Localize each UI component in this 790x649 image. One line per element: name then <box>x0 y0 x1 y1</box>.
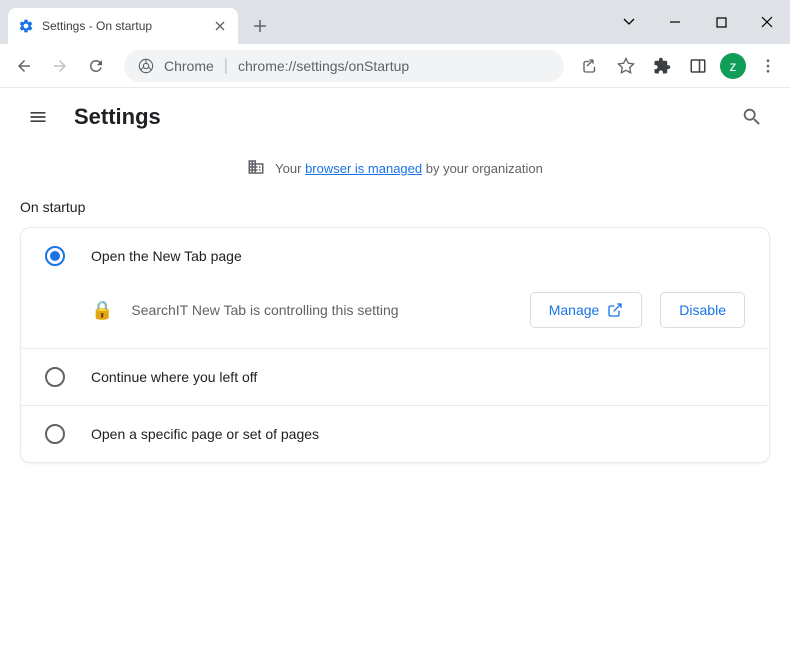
controlled-by-extension-row: 🔒 SearchIT New Tab is controlling this s… <box>21 284 769 348</box>
radio-selected-icon[interactable] <box>45 246 65 266</box>
browser-toolbar: Chrome | chrome://settings/onStartup z <box>0 44 790 88</box>
address-bar[interactable]: Chrome | chrome://settings/onStartup <box>124 50 564 82</box>
open-external-icon <box>607 302 623 318</box>
back-button[interactable] <box>8 50 40 82</box>
settings-header: Settings <box>0 88 790 146</box>
browser-tab[interactable]: Settings - On startup <box>8 8 238 44</box>
radio-unselected-icon[interactable] <box>45 367 65 387</box>
settings-gear-icon <box>18 18 34 34</box>
omnibox-url-host: chrome:// <box>238 58 296 74</box>
option-label: Continue where you left off <box>91 369 257 385</box>
omnibox-url-path: settings/onStartup <box>296 58 409 74</box>
window-controls <box>606 0 790 44</box>
hamburger-menu-icon[interactable] <box>20 99 56 135</box>
titlebar: Settings - On startup <box>0 0 790 44</box>
window-close-icon[interactable] <box>744 0 790 44</box>
option-label: Open the New Tab page <box>91 248 242 264</box>
option-continue[interactable]: Continue where you left off <box>21 349 769 405</box>
building-icon <box>247 158 265 179</box>
tab-title: Settings - On startup <box>42 19 212 33</box>
option-specific-pages[interactable]: Open a specific page or set of pages <box>21 406 769 462</box>
kebab-menu-icon[interactable] <box>754 52 782 80</box>
window-maximize-icon[interactable] <box>698 0 744 44</box>
option-label: Open a specific page or set of pages <box>91 426 319 442</box>
startup-options-card: Open the New Tab page 🔒 SearchIT New Tab… <box>20 227 770 463</box>
bookmark-star-icon[interactable] <box>612 52 640 80</box>
option-new-tab[interactable]: Open the New Tab page <box>21 228 769 284</box>
search-icon[interactable] <box>734 99 770 135</box>
manage-button[interactable]: Manage <box>530 292 643 328</box>
window-dropdown-icon[interactable] <box>606 0 652 44</box>
sidepanel-icon[interactable] <box>684 52 712 80</box>
omnibox-separator: | <box>224 57 228 75</box>
new-tab-button[interactable] <box>246 12 274 40</box>
reload-button[interactable] <box>80 50 112 82</box>
managed-link[interactable]: browser is managed <box>305 161 422 176</box>
lock-icon: 🔒 <box>91 300 113 321</box>
extensions-puzzle-icon[interactable] <box>648 52 676 80</box>
managed-banner: Your browser is managed by your organiza… <box>20 146 770 197</box>
section-title: On startup <box>20 199 770 215</box>
omnibox-prefix: Chrome <box>164 58 214 74</box>
page-title: Settings <box>74 104 161 130</box>
managed-post: by your organization <box>422 161 543 176</box>
profile-avatar[interactable]: z <box>720 53 746 79</box>
controlled-text: SearchIT New Tab is controlling this set… <box>131 302 511 318</box>
managed-pre: Your <box>275 161 305 176</box>
radio-unselected-icon[interactable] <box>45 424 65 444</box>
window-minimize-icon[interactable] <box>652 0 698 44</box>
share-icon[interactable] <box>576 52 604 80</box>
forward-button[interactable] <box>44 50 76 82</box>
chrome-logo-icon <box>138 58 154 74</box>
tab-close-icon[interactable] <box>212 18 228 34</box>
disable-button[interactable]: Disable <box>660 292 745 328</box>
